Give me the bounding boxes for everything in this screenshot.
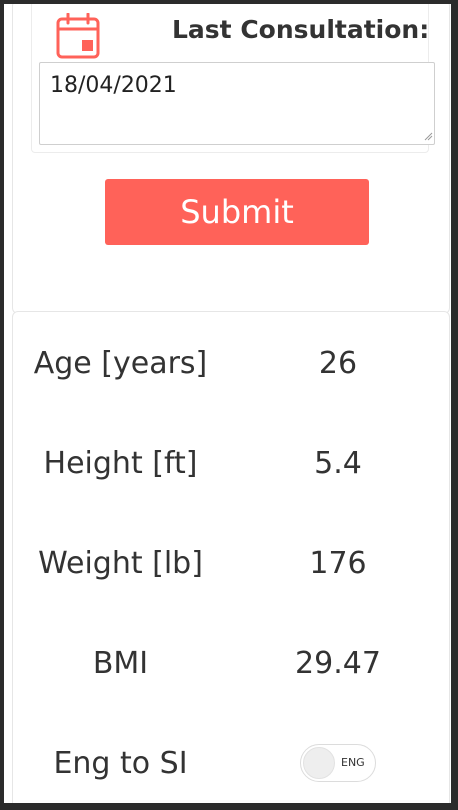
last-consultation-date-input[interactable]: 18/04/2021 (39, 62, 435, 145)
weight-value: 176 (309, 546, 367, 581)
weight-label: Weight [lb] (38, 546, 203, 581)
height-label: Height [ft] (43, 446, 198, 481)
age-label: Age [years] (33, 346, 208, 381)
submit-button[interactable]: Submit (105, 179, 369, 245)
stat-row-height: Height [ft] 5.4 (13, 434, 449, 494)
stats-card: Age [years] 26 Height [ft] 5.4 Weight [l… (12, 311, 450, 803)
last-consultation-label: Last Consultation: (172, 15, 430, 44)
eng-si-toggle[interactable]: ENG (300, 744, 376, 782)
app-frame: Last Consultation: 18/04/2021 Submit Age… (4, 4, 451, 803)
toggle-knob[interactable] (303, 747, 335, 779)
unit-toggle-label: Eng to SI (53, 746, 188, 781)
age-value: 26 (318, 346, 358, 381)
resize-grip-icon[interactable] (423, 131, 433, 141)
stat-row-age: Age [years] 26 (13, 334, 449, 394)
stat-row-bmi: BMI 29.47 (13, 634, 449, 694)
stat-row-unit-toggle: Eng to SI (13, 734, 449, 794)
height-value: 5.4 (314, 446, 362, 481)
bmi-value: 29.47 (295, 646, 381, 681)
consultation-card: Last Consultation: 18/04/2021 Submit (12, 4, 450, 314)
calendar-icon (56, 13, 100, 59)
stat-row-weight: Weight [lb] 176 (13, 534, 449, 594)
toggle-state-text: ENG (341, 756, 365, 769)
bmi-label: BMI (92, 646, 149, 681)
